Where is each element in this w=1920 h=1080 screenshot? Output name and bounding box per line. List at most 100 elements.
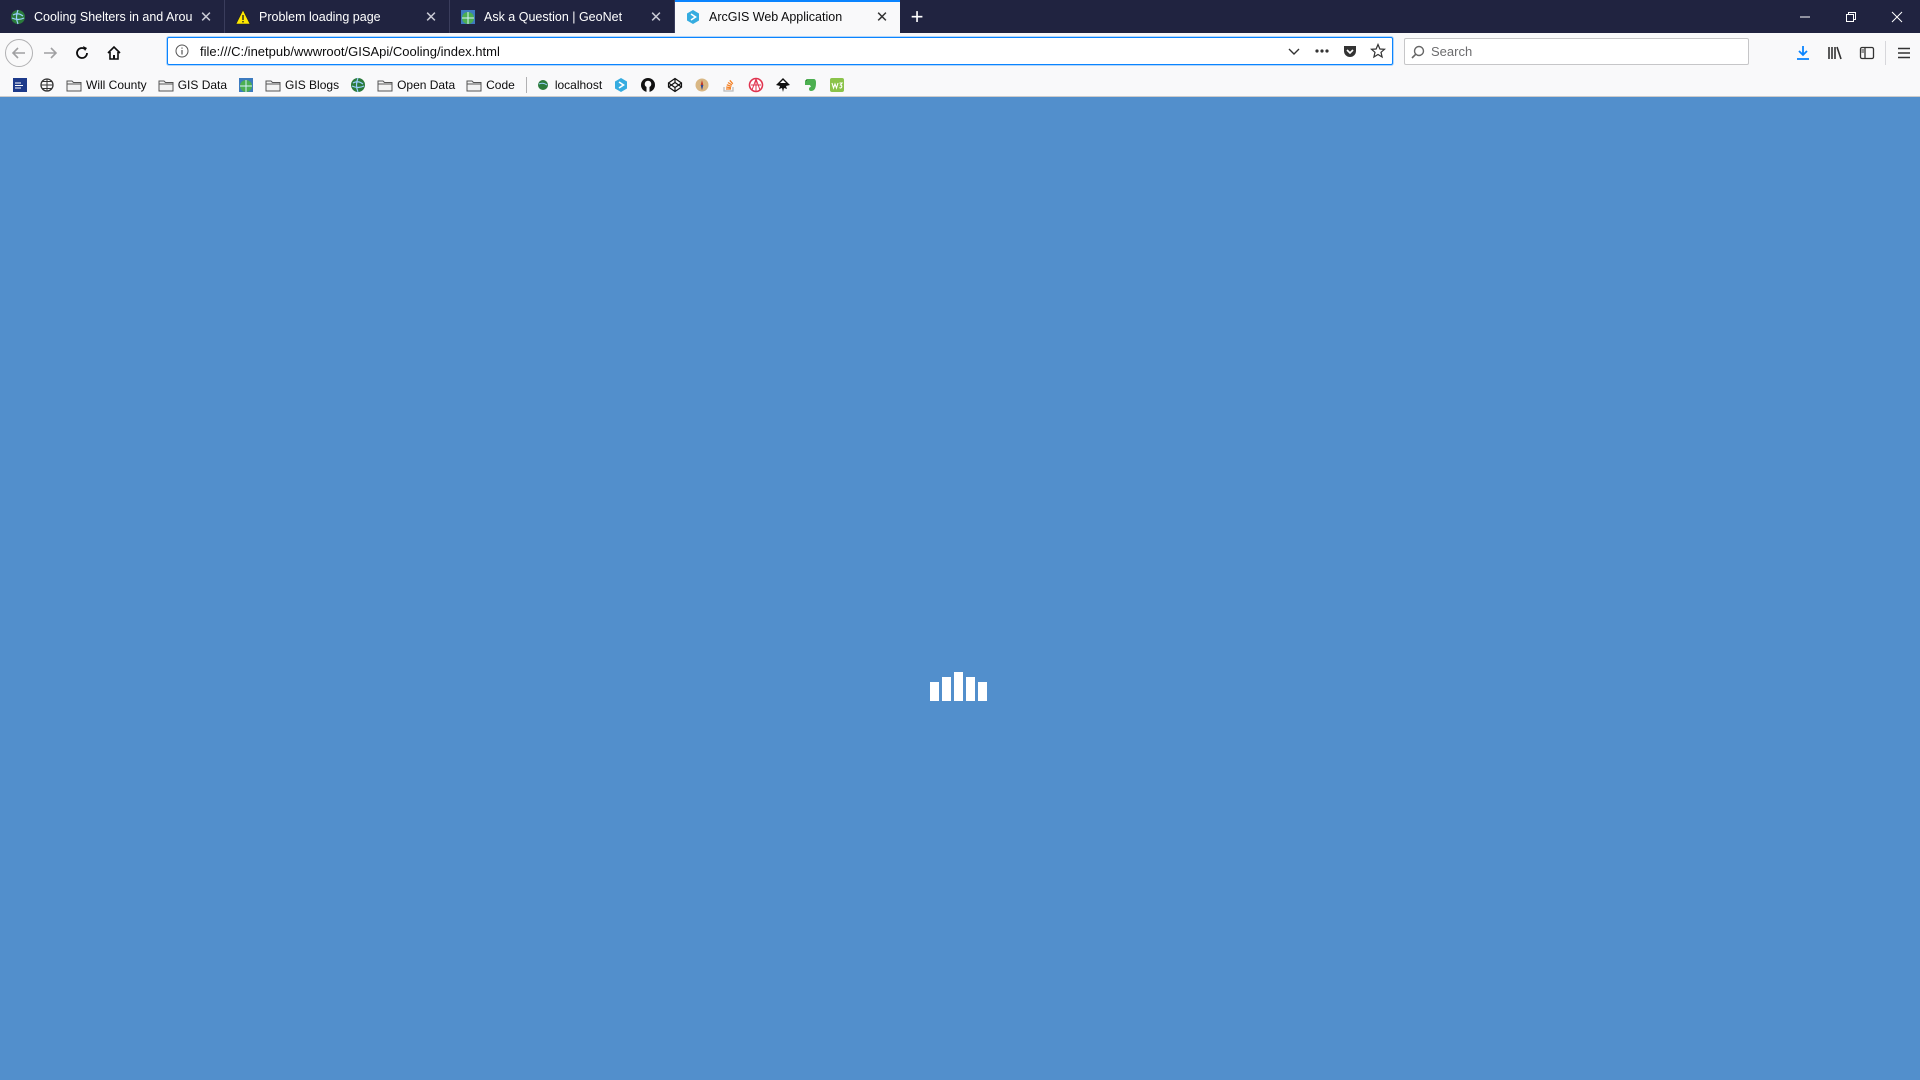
bookmark-compass[interactable]: [690, 74, 714, 96]
bookmark-label: GIS Data: [177, 77, 228, 92]
downloads-button[interactable]: [1787, 33, 1819, 73]
bookmark-weather-channel[interactable]: [8, 74, 32, 96]
tab-strip: Cooling Shelters in and Around ✕ Problem…: [0, 0, 1920, 33]
info-icon[interactable]: [168, 44, 196, 58]
toolbar-separator: [1885, 41, 1886, 65]
navigation-toolbar: file:///C:/inetpub/wwwroot/GISApi/Coolin…: [0, 33, 1920, 73]
hamburger-menu-icon: [1898, 47, 1910, 59]
sidebar-button[interactable]: [1851, 33, 1883, 73]
reload-button[interactable]: [67, 38, 97, 68]
folder-icon: [377, 77, 393, 93]
globe-esri-icon: [10, 9, 26, 25]
folder-icon: [158, 77, 174, 93]
download-arrow-icon: [1797, 46, 1809, 60]
restore-icon: [1846, 11, 1856, 22]
geonet-globe-icon: [460, 9, 476, 25]
tab-cooling-shelters[interactable]: Cooling Shelters in and Around ✕: [0, 0, 225, 33]
url-bar[interactable]: file:///C:/inetpub/wwwroot/GISApi/Coolin…: [167, 37, 1393, 65]
toolbar-right: [1787, 33, 1920, 73]
window-controls: [1782, 0, 1920, 33]
bookmark-inkscape[interactable]: [771, 74, 795, 96]
arrow-right-icon: [44, 47, 58, 59]
bookmark-esri[interactable]: [346, 74, 370, 96]
evernote-icon: [802, 77, 818, 93]
bookmark-separator: [525, 76, 527, 93]
tab-title: Cooling Shelters in and Around: [34, 9, 192, 24]
bookmark-github[interactable]: [636, 74, 660, 96]
bookmark-evernote[interactable]: [798, 74, 822, 96]
bookmark-label: GIS Blogs: [285, 77, 340, 92]
bookmark-label: Open Data: [397, 77, 456, 92]
bookmark-folder-gis-data[interactable]: GIS Data: [154, 74, 231, 96]
bookmark-folder-code[interactable]: Code: [462, 74, 519, 96]
bookmark-localhost[interactable]: localhost: [531, 74, 606, 96]
loader-bar: [954, 672, 963, 701]
loader-bar: [942, 677, 951, 701]
tab-arcgis-web-application[interactable]: ArcGIS Web Application ✕: [675, 0, 900, 33]
restore-button[interactable]: [1828, 0, 1874, 33]
minimize-button[interactable]: [1782, 0, 1828, 33]
url-dropdown-button[interactable]: [1280, 45, 1308, 57]
bookmark-arcgis[interactable]: [609, 74, 633, 96]
search-bar[interactable]: [1404, 38, 1749, 65]
weather-channel-icon: [12, 77, 28, 93]
bookmark-folder-open-data[interactable]: Open Data: [373, 74, 459, 96]
close-tab-icon[interactable]: ✕: [423, 9, 439, 26]
loader-bar: [966, 677, 975, 701]
tab-title: Ask a Question | GeoNet: [484, 9, 623, 24]
bookmark-label: Code: [486, 77, 515, 92]
search-icon: [1405, 45, 1431, 59]
globe-icon: [39, 77, 55, 93]
reload-icon: [76, 46, 88, 59]
more-dots-icon: [1315, 49, 1329, 53]
bookmark-red-sphere[interactable]: [744, 74, 768, 96]
bookmark-label: Will County: [86, 77, 147, 92]
compass-icon: [694, 77, 710, 93]
close-icon: [1891, 11, 1903, 22]
close-tab-icon[interactable]: ✕: [198, 9, 214, 26]
arcgis-icon: [613, 77, 629, 93]
bookmark-stackoverflow[interactable]: [717, 74, 741, 96]
w3schools-icon: [829, 77, 845, 93]
tab-geonet[interactable]: Ask a Question | GeoNet ✕: [450, 0, 675, 33]
star-icon: [1370, 43, 1386, 59]
bookmark-folder-will-county[interactable]: Will County: [62, 74, 151, 96]
tab-problem-loading[interactable]: Problem loading page ✕: [225, 0, 450, 33]
plus-icon: +: [910, 3, 924, 29]
url-text[interactable]: file:///C:/inetpub/wwwroot/GISApi/Coolin…: [196, 44, 1280, 59]
bookmark-globe[interactable]: [35, 74, 59, 96]
bookmark-w3schools[interactable]: [825, 74, 849, 96]
folder-icon: [265, 77, 281, 93]
back-button[interactable]: [5, 39, 33, 67]
github-icon: [640, 77, 656, 93]
close-window-button[interactable]: [1874, 0, 1920, 33]
new-tab-button[interactable]: +: [900, 0, 934, 33]
pocket-icon: [1344, 46, 1356, 57]
home-button[interactable]: [99, 38, 129, 68]
folder-icon: [466, 77, 482, 93]
bookmark-codepen[interactable]: [663, 74, 687, 96]
chevron-down-icon: [1288, 48, 1300, 55]
folder-icon: [66, 77, 82, 93]
pocket-button[interactable]: [1336, 43, 1364, 59]
forward-button[interactable]: [35, 38, 65, 68]
stackoverflow-icon: [721, 77, 737, 93]
menu-button[interactable]: [1888, 33, 1920, 73]
page-actions-button[interactable]: [1308, 48, 1336, 54]
bookmark-label: localhost: [554, 77, 603, 92]
red-sphere-icon: [748, 77, 764, 93]
library-button[interactable]: [1819, 33, 1851, 73]
bookmark-folder-gis-blogs[interactable]: GIS Blogs: [261, 74, 343, 96]
close-tab-icon[interactable]: ✕: [648, 9, 664, 26]
home-icon: [107, 45, 121, 60]
search-input[interactable]: [1431, 44, 1748, 59]
loading-bars-icon: [930, 671, 987, 701]
arrow-left-icon: [11, 47, 25, 59]
bookmark-geonet[interactable]: [234, 74, 258, 96]
tab-title: Problem loading page: [259, 9, 381, 24]
close-tab-icon[interactable]: ✕: [874, 9, 890, 26]
arcgis-icon: [685, 9, 701, 25]
minimize-icon: [1800, 16, 1810, 17]
library-icon: [1828, 46, 1842, 60]
bookmark-star-button[interactable]: [1364, 43, 1392, 59]
